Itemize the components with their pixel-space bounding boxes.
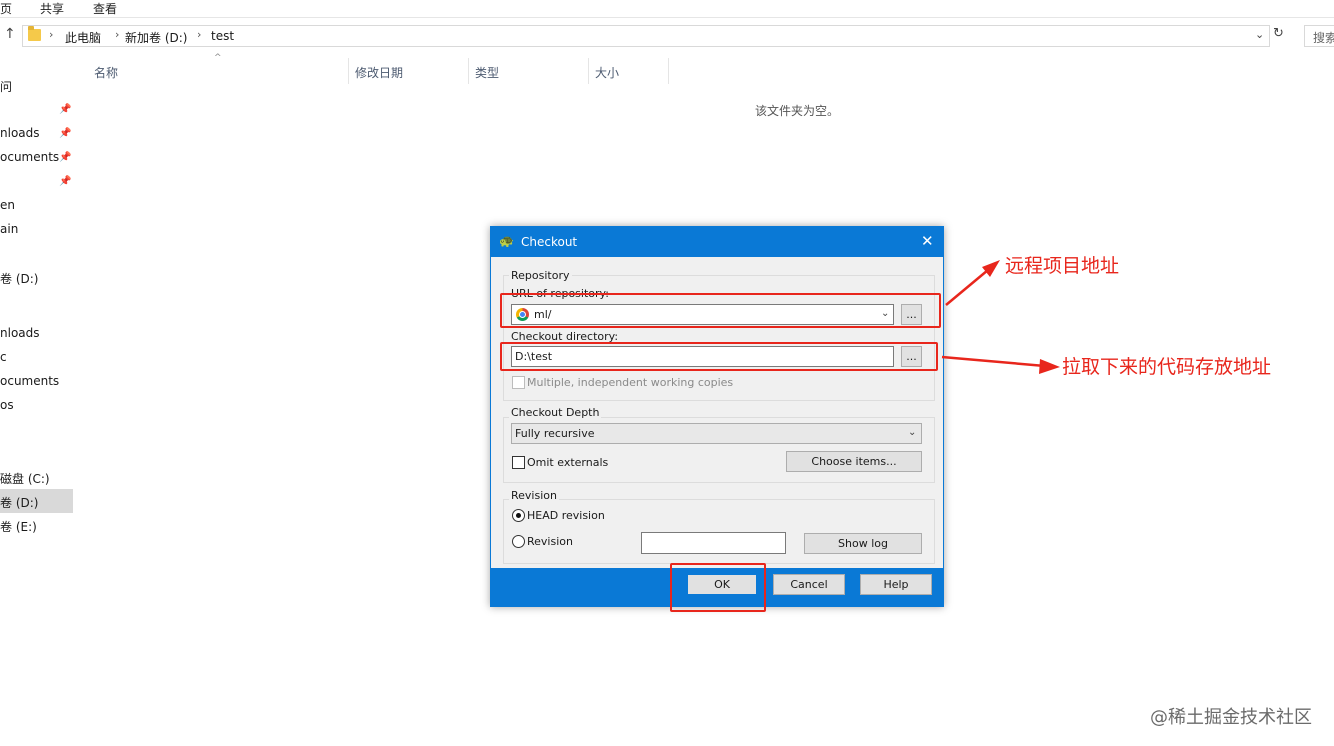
nav-item-documents-pc[interactable]: ocuments bbox=[0, 374, 59, 388]
arrow-head-remote bbox=[982, 260, 1000, 277]
address-bar: ↑ › 此电脑 › 新加卷 (D:) › test ⌄ ↻ 搜索 bbox=[0, 22, 1334, 52]
dir-highlight-box bbox=[500, 342, 938, 371]
revision-input[interactable] bbox=[641, 532, 786, 554]
dialog-title: Checkout bbox=[521, 235, 578, 249]
refresh-icon[interactable]: ↻ bbox=[1273, 26, 1284, 41]
repository-group-label: Repository bbox=[509, 269, 572, 282]
revision-radio[interactable] bbox=[512, 535, 525, 548]
pin-icon[interactable]: 📌 bbox=[59, 176, 71, 187]
chevron-right-icon[interactable]: › bbox=[49, 28, 53, 41]
url-highlight-box bbox=[500, 293, 941, 328]
breadcrumb-this-pc[interactable]: 此电脑 bbox=[65, 29, 101, 46]
nav-item-drive-d-quick[interactable]: 卷 (D:) bbox=[0, 270, 38, 287]
show-log-button[interactable]: Show log bbox=[804, 533, 922, 554]
pin-icon[interactable]: 📌 bbox=[59, 152, 71, 163]
nav-item-documents[interactable]: ocuments bbox=[0, 150, 59, 164]
depth-select[interactable]: Fully recursive ⌄ bbox=[511, 423, 922, 444]
nav-item-drive-d[interactable]: 卷 (D:) bbox=[0, 494, 38, 511]
revision-label: Revision bbox=[527, 535, 573, 548]
column-header-modified[interactable]: 修改日期 bbox=[349, 58, 469, 84]
nav-item-downloads[interactable]: nloads bbox=[0, 126, 40, 140]
arrow-line-local bbox=[941, 355, 1046, 368]
chevron-down-icon[interactable]: ⌄ bbox=[908, 427, 916, 438]
revision-group-label: Revision bbox=[509, 489, 559, 502]
help-button[interactable]: Help bbox=[860, 574, 932, 595]
ribbon-tab-view[interactable]: 查看 bbox=[93, 0, 117, 17]
ok-highlight-box bbox=[670, 563, 766, 612]
choose-items-button[interactable]: Choose items... bbox=[786, 451, 922, 472]
arrow-head-local bbox=[1039, 359, 1060, 374]
nav-item-music[interactable]: c bbox=[0, 350, 7, 364]
nav-item-drive-c[interactable]: 磁盘 (C:) bbox=[0, 470, 50, 487]
annotation-remote-address: 远程项目地址 bbox=[1005, 255, 1120, 277]
nav-item-quick-access[interactable]: 问 bbox=[0, 78, 12, 95]
multiple-copies-checkbox[interactable] bbox=[512, 376, 525, 389]
cancel-button[interactable]: Cancel bbox=[773, 574, 845, 595]
checkout-depth-label: Checkout Depth bbox=[509, 406, 602, 419]
address-box[interactable]: › 此电脑 › 新加卷 (D:) › test ⌄ bbox=[22, 25, 1270, 47]
pin-icon[interactable]: 📌 bbox=[59, 128, 71, 139]
column-header-name[interactable]: 名称 bbox=[88, 58, 349, 84]
dialog-titlebar[interactable]: 🐢 Checkout ✕ bbox=[491, 227, 943, 257]
close-icon[interactable]: ✕ bbox=[921, 232, 934, 250]
head-revision-radio[interactable] bbox=[512, 509, 525, 522]
folder-icon bbox=[28, 26, 41, 41]
chevron-right-icon[interactable]: › bbox=[115, 28, 119, 41]
nav-item-desktop[interactable]: os bbox=[0, 398, 14, 412]
head-revision-label: HEAD revision bbox=[527, 509, 605, 522]
up-arrow-icon[interactable]: ↑ bbox=[4, 26, 16, 42]
nav-item-drive-e[interactable]: 卷 (E:) bbox=[0, 518, 37, 535]
omit-externals-label: Omit externals bbox=[527, 456, 609, 469]
nav-item-en[interactable]: en bbox=[0, 198, 15, 212]
tortoise-icon: 🐢 bbox=[499, 234, 514, 248]
pin-icon[interactable]: 📌 bbox=[59, 104, 71, 115]
omit-externals-checkbox[interactable] bbox=[512, 456, 525, 469]
ribbon-tab-share[interactable]: 共享 bbox=[40, 0, 64, 17]
multiple-copies-label: Multiple, independent working copies bbox=[527, 376, 734, 389]
nav-item-downloads-pc[interactable]: nloads bbox=[0, 326, 40, 340]
search-input[interactable]: 搜索 bbox=[1304, 25, 1334, 47]
column-header-type[interactable]: 类型 bbox=[469, 58, 589, 84]
depth-value: Fully recursive bbox=[515, 427, 595, 440]
column-header-size[interactable]: 大小 bbox=[589, 58, 669, 84]
ribbon-tab-home[interactable]: 页 bbox=[0, 0, 12, 17]
chevron-right-icon[interactable]: › bbox=[197, 28, 201, 41]
chevron-down-icon[interactable]: ⌄ bbox=[1255, 28, 1264, 41]
annotation-local-address: 拉取下来的代码存放地址 bbox=[1062, 356, 1272, 378]
breadcrumb-test[interactable]: test bbox=[211, 29, 234, 43]
checkout-dialog: 🐢 Checkout ✕ Repository URL of repositor… bbox=[490, 226, 944, 607]
empty-folder-message: 该文件夹为空。 bbox=[755, 104, 840, 118]
watermark: @稀土掘金技术社区 bbox=[1150, 707, 1312, 728]
breadcrumb-drive-d[interactable]: 新加卷 (D:) bbox=[125, 29, 187, 46]
nav-item-ain[interactable]: ain bbox=[0, 222, 18, 236]
ribbon: 页 共享 查看 bbox=[0, 0, 1334, 18]
